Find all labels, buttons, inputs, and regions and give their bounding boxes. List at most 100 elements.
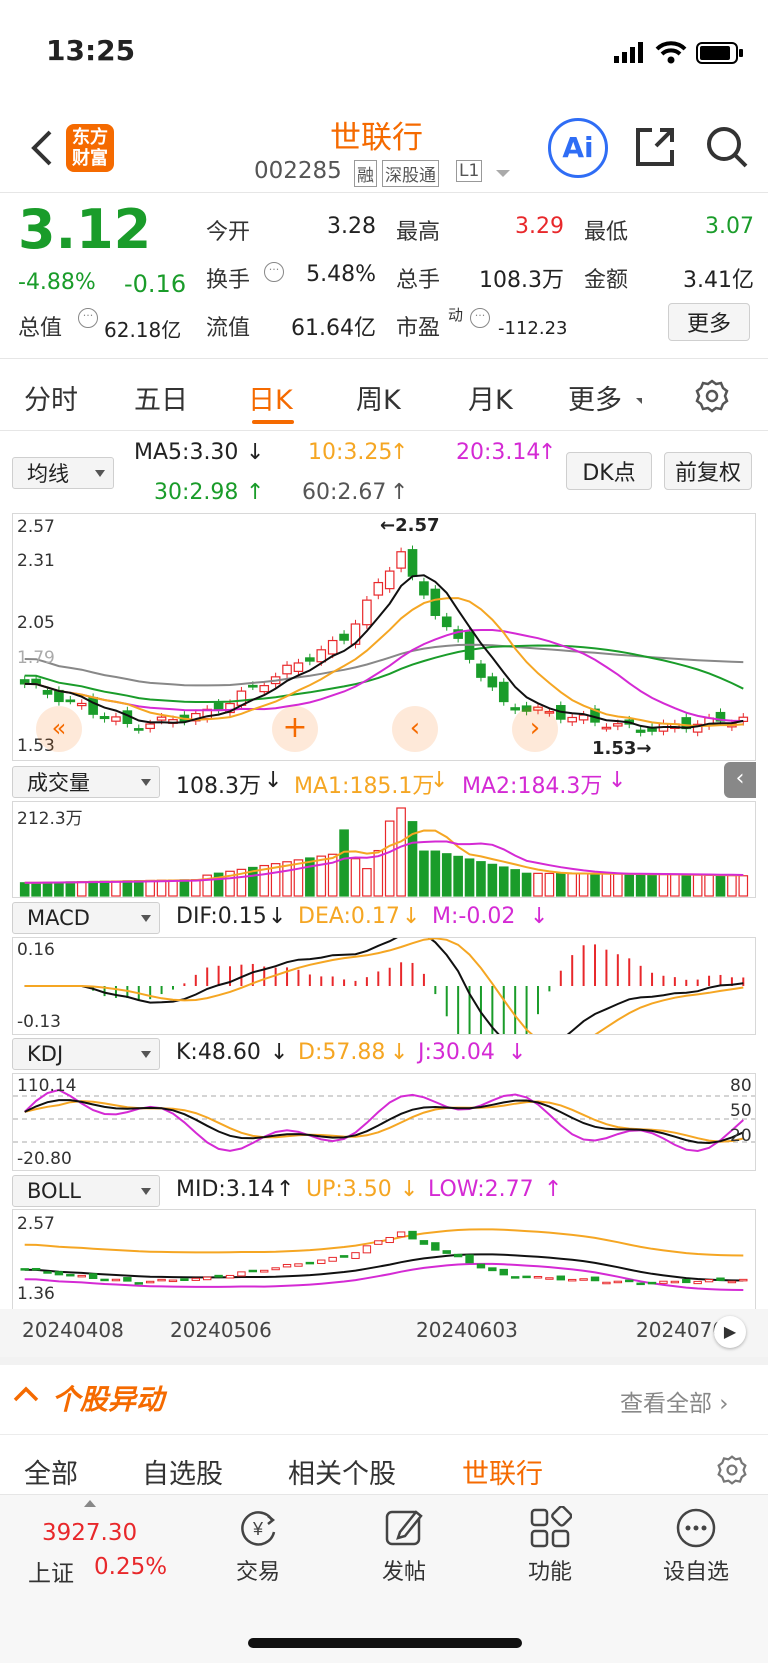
volume-bar xyxy=(42,881,53,897)
boll-chart[interactable] xyxy=(12,1209,756,1309)
settings-icon[interactable] xyxy=(694,378,730,418)
date-label: 20240506 xyxy=(170,1318,272,1342)
status-time: 13:25 xyxy=(46,34,136,67)
more-dots-icon[interactable] xyxy=(674,1506,718,1554)
index-change[interactable]: 0.25% xyxy=(94,1554,167,1580)
macd-y-max: 0.16 xyxy=(17,940,55,960)
tab-five-day[interactable]: 五日 xyxy=(134,378,188,417)
filter-tab-stock[interactable]: 世联行 xyxy=(462,1452,543,1491)
stock-code: 002285 xyxy=(254,158,342,184)
volume-bar xyxy=(145,879,155,897)
dk-point-button[interactable]: DK点 xyxy=(566,452,652,490)
prev-icon[interactable]: ‹ xyxy=(392,706,438,752)
macd-chart[interactable] xyxy=(12,937,756,1035)
filter-tab-related[interactable]: 相关个股 xyxy=(288,1452,396,1491)
quote-value-high: 3.29 xyxy=(515,214,564,239)
info-icon[interactable]: ··· xyxy=(264,262,284,282)
kdj-selector[interactable]: KDJ xyxy=(12,1038,160,1070)
boll-candle xyxy=(510,1276,520,1279)
info-icon[interactable]: ··· xyxy=(470,308,490,328)
candle xyxy=(213,702,224,710)
candle xyxy=(362,599,372,626)
scroll-right-icon[interactable]: ▶ xyxy=(714,1316,746,1348)
kdj-chart[interactable] xyxy=(12,1073,756,1171)
tab-weekly-k[interactable]: 周K xyxy=(356,378,401,417)
kdj-ref-50: 50 xyxy=(730,1101,752,1121)
volume-ma2-arrow-icon: ↓ xyxy=(608,768,627,793)
volume-chart[interactable] xyxy=(12,801,756,898)
view-all-link[interactable]: 查看全部 › xyxy=(620,1384,729,1418)
volume-bar xyxy=(578,873,589,897)
nav-functions[interactable]: 功能 xyxy=(490,1554,610,1586)
index-name[interactable]: 上证 xyxy=(28,1554,74,1588)
volume-bar xyxy=(133,880,144,897)
collapse-icon[interactable] xyxy=(12,1384,40,1408)
candle xyxy=(407,549,418,577)
edit-icon[interactable] xyxy=(382,1506,426,1554)
volume-selector[interactable]: 成交量 xyxy=(12,766,160,798)
zoom-in-icon[interactable]: + xyxy=(272,706,318,752)
boll-candle xyxy=(31,1267,41,1271)
tab-monthly-k[interactable]: 月K xyxy=(468,378,513,417)
candle xyxy=(111,716,121,722)
settings-icon[interactable] xyxy=(716,1454,748,1490)
volume-bar xyxy=(704,874,714,897)
yen-exchange-icon[interactable]: ¥ xyxy=(236,1506,280,1554)
quote-value-mktcap: 62.18亿 xyxy=(104,318,182,342)
tab-daily-k[interactable]: 日K xyxy=(248,378,293,417)
candle xyxy=(305,657,315,662)
candle xyxy=(396,551,406,569)
ma60-value: 60:2.67 xyxy=(302,480,387,505)
boll-y-min: 1.36 xyxy=(17,1284,55,1304)
scroll-left-icon[interactable]: « xyxy=(36,706,82,752)
candle xyxy=(282,664,292,675)
candle xyxy=(510,707,520,711)
nav-add-watchlist[interactable]: 设自选 xyxy=(636,1554,756,1586)
boll-up-line xyxy=(24,1228,744,1257)
ma-selector[interactable]: 均线 xyxy=(12,457,114,489)
back-icon[interactable] xyxy=(28,128,54,172)
filter-tab-all[interactable]: 全部 xyxy=(24,1452,78,1491)
nav-post[interactable]: 发帖 xyxy=(344,1554,464,1586)
candle xyxy=(567,716,578,723)
tag-sgt: 深股通 xyxy=(382,160,439,187)
adjust-button[interactable]: 前复权 xyxy=(664,452,752,490)
volume-bar xyxy=(76,881,87,897)
volume-ma1: MA1:185.1万 xyxy=(294,774,435,799)
candle xyxy=(613,723,623,727)
tab-more[interactable]: 更多 xyxy=(568,378,622,417)
boll-candle xyxy=(670,1280,680,1284)
battery-icon xyxy=(696,42,744,68)
boll-low-arrow-icon: ↑ xyxy=(544,1177,563,1202)
volume-bar xyxy=(727,874,737,897)
boll-candle xyxy=(522,1275,531,1279)
candle xyxy=(327,639,338,655)
tab-intraday[interactable]: 分时 xyxy=(24,378,78,417)
info-icon[interactable]: ··· xyxy=(78,308,98,328)
share-icon[interactable] xyxy=(632,124,678,174)
date-label: 20240408 xyxy=(22,1318,124,1342)
kdj-ref-80: 80 xyxy=(730,1076,752,1096)
chevron-down-icon[interactable] xyxy=(496,170,510,177)
index-value[interactable]: 3927.30 xyxy=(42,1520,137,1546)
next-icon[interactable]: › xyxy=(512,706,558,752)
kline-chart[interactable] xyxy=(12,513,756,761)
boll-y-max: 2.57 xyxy=(17,1214,55,1234)
boll-candle xyxy=(682,1279,691,1284)
nav-trade[interactable]: 交易 xyxy=(198,1554,318,1586)
macd-selector[interactable]: MACD xyxy=(12,902,160,934)
boll-candle xyxy=(305,1261,315,1265)
filter-tab-watchlist[interactable]: 自选股 xyxy=(142,1452,223,1491)
search-icon[interactable] xyxy=(704,124,750,174)
ai-button[interactable]: Ai xyxy=(548,118,608,178)
boll-candle xyxy=(488,1267,497,1272)
grid-icon[interactable] xyxy=(528,1505,573,1554)
candle xyxy=(316,649,327,663)
boll-selector[interactable]: BOLL xyxy=(12,1175,160,1207)
collapse-side-icon[interactable]: ‹ xyxy=(724,762,756,798)
more-button[interactable]: 更多 xyxy=(668,303,750,341)
volume-bar xyxy=(498,866,509,897)
boll-candle xyxy=(396,1231,406,1238)
boll-low-line xyxy=(24,1262,744,1291)
kdj-d: D:57.88 xyxy=(298,1040,386,1065)
